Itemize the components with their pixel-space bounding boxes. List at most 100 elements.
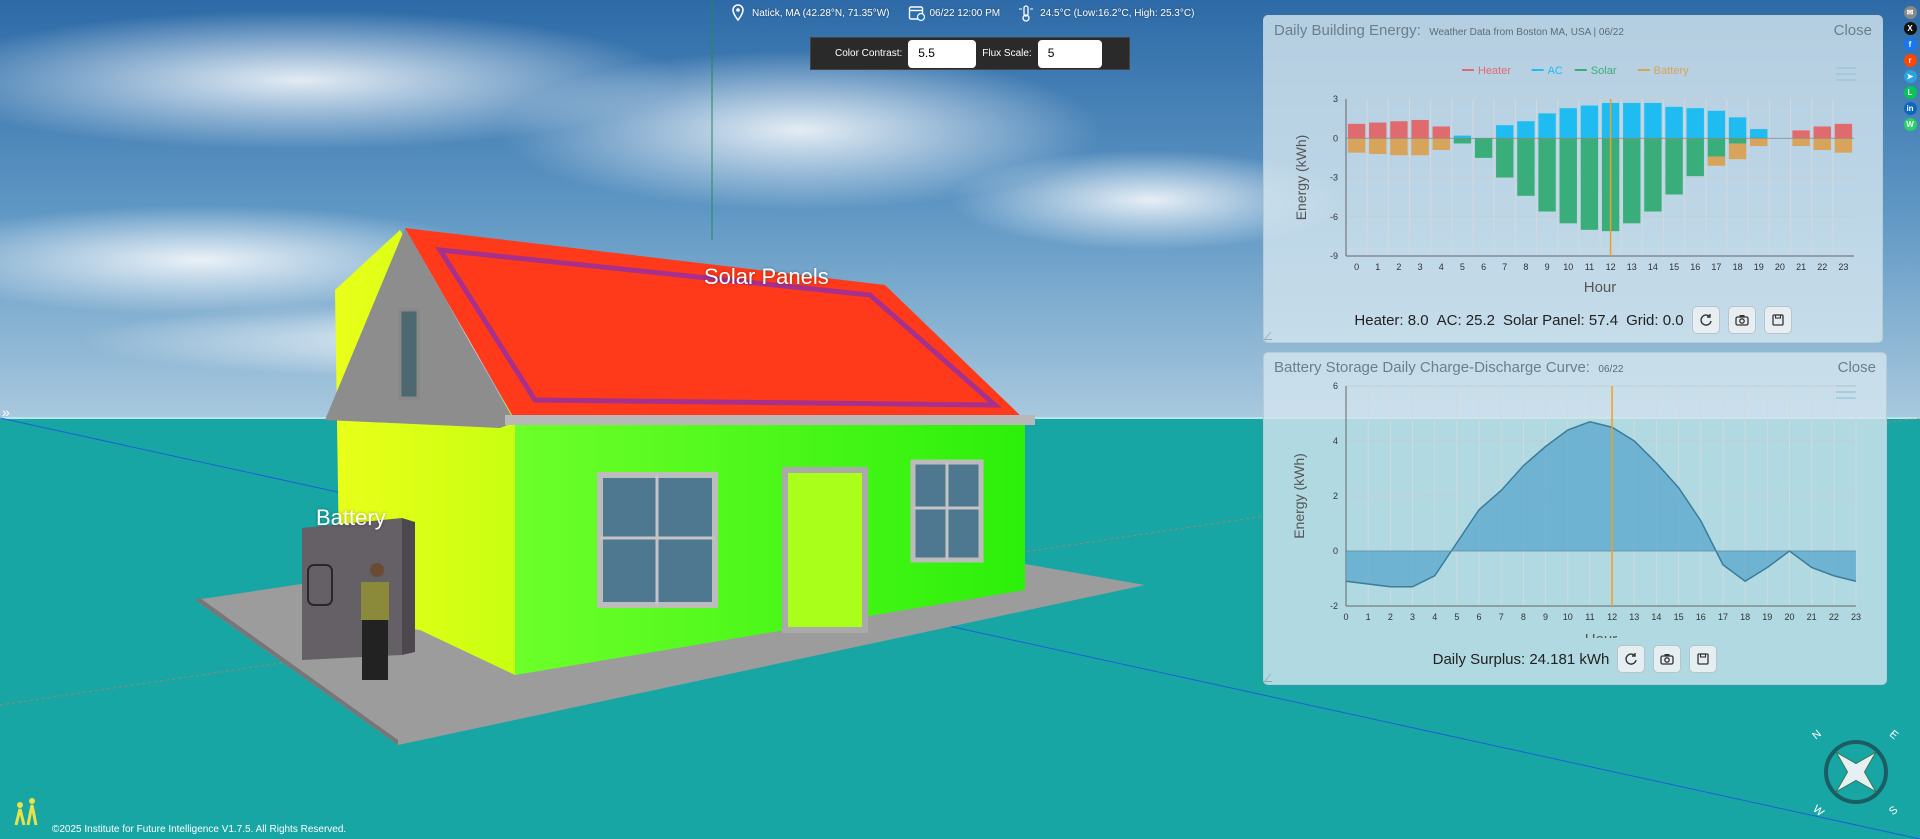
x-tick-label: 4 — [1432, 612, 1437, 622]
bar-solar — [1686, 138, 1704, 177]
close-button[interactable]: Close — [1834, 22, 1872, 39]
panel-title: Daily Building Energy: — [1274, 22, 1421, 39]
y-tick-label: 6 — [1333, 381, 1338, 391]
x-tick-label: 6 — [1477, 612, 1482, 622]
x-tick-label: 3 — [1418, 262, 1423, 272]
grid-total: Grid: 0.0 — [1626, 311, 1684, 329]
x-axis-label: Hour — [1585, 631, 1618, 638]
heater-total: Heater: 8.0 — [1354, 311, 1429, 329]
screenshot-button[interactable] — [1727, 306, 1756, 334]
x-tick-label: 16 — [1690, 262, 1700, 272]
location-pin-icon[interactable] — [730, 4, 746, 22]
y-tick-label: -3 — [1330, 173, 1338, 183]
x-tick-label: 21 — [1796, 262, 1806, 272]
color-contrast-input[interactable]: 5.5 — [908, 39, 977, 68]
line-share-icon[interactable]: L — [1903, 86, 1917, 99]
panel-subtitle: 06/22 — [1598, 364, 1624, 375]
y-tick-label: -9 — [1330, 251, 1338, 261]
x-tick-label: 22 — [1817, 262, 1827, 272]
bar-ac — [1665, 106, 1683, 139]
bar-solar — [1580, 138, 1599, 230]
x-tick-label: 6 — [1481, 262, 1486, 272]
facebook-share-icon[interactable]: f — [1903, 38, 1917, 51]
x-tick-label: 2 — [1388, 612, 1393, 622]
battery-storage-panel[interactable]: Battery Storage Daily Charge-Discharge C… — [1263, 352, 1887, 685]
x-tick-label: 18 — [1733, 262, 1743, 272]
bar-heater — [1432, 126, 1450, 139]
bar-battery — [1347, 138, 1366, 153]
x-tick-label: 20 — [1784, 612, 1794, 622]
bar-solar — [1559, 138, 1577, 224]
refresh-icon — [1625, 653, 1638, 665]
x-tick-label: 14 — [1648, 262, 1658, 272]
x-tick-label: 16 — [1696, 612, 1706, 622]
camera-icon — [1734, 315, 1749, 326]
copyright-text: ©2025 Institute for Future Intelligence … — [52, 824, 347, 835]
calendar-clock-icon[interactable] — [908, 4, 925, 22]
resize-handle[interactable] — [1263, 674, 1279, 682]
bar-heater — [1834, 123, 1853, 139]
x-tick-label: 12 — [1606, 262, 1616, 272]
x-tick-label: 23 — [1838, 262, 1848, 272]
x-tick-label: 18 — [1740, 612, 1750, 622]
battery-summary: Daily Surplus: 24.181 kWh — [1264, 645, 1886, 673]
solar-total: Solar Panel: 57.4 — [1502, 311, 1619, 329]
legend-label: Solar — [1591, 65, 1617, 77]
bar-battery — [1750, 138, 1768, 147]
x-axis-label: Hour — [1584, 279, 1617, 294]
bar-battery — [1369, 138, 1387, 154]
flux-scale-label: Flux Scale: — [982, 48, 1032, 59]
color-contrast-label: Color Contrast: — [835, 48, 903, 59]
bar-battery — [1792, 138, 1810, 147]
x-tick-label: 17 — [1718, 612, 1728, 622]
x-tick-label: 22 — [1829, 612, 1839, 622]
thermometer-icon[interactable] — [1018, 4, 1034, 22]
bar-ac — [1750, 129, 1768, 139]
x-tick-label: 13 — [1627, 262, 1637, 272]
camera-icon — [1660, 654, 1675, 665]
y-tick-label: -2 — [1330, 601, 1338, 611]
x-tick-label: 8 — [1521, 612, 1526, 622]
bar-heater — [1792, 130, 1810, 139]
x-tick-label: 10 — [1563, 612, 1573, 622]
battery-label: Battery — [316, 505, 386, 530]
x-tick-label: 3 — [1410, 612, 1415, 622]
x-tick-label: 15 — [1669, 262, 1679, 272]
save-button[interactable] — [1763, 306, 1792, 334]
reddit-share-icon[interactable]: r — [1903, 54, 1917, 67]
y-tick-label: 4 — [1333, 436, 1338, 446]
x-tick-label: 9 — [1543, 612, 1548, 622]
close-button[interactable]: Close — [1838, 359, 1876, 376]
bar-solar — [1665, 138, 1683, 195]
ac-total: AC: 25.2 — [1436, 311, 1495, 329]
telegram-share-icon[interactable]: ➤ — [1903, 70, 1917, 83]
expand-sidebar-icon[interactable]: » — [2, 404, 10, 420]
x-share-icon[interactable]: X — [1903, 22, 1917, 35]
bar-battery — [1728, 143, 1747, 160]
daily-building-energy-panel[interactable]: Daily Building Energy: Weather Data from… — [1263, 15, 1883, 343]
save-icon — [1697, 653, 1710, 665]
x-tick-label: 21 — [1807, 612, 1817, 622]
bar-ac — [1707, 110, 1726, 139]
bar-ac — [1623, 102, 1641, 139]
bar-solar — [1496, 138, 1514, 178]
refresh-button[interactable] — [1617, 645, 1646, 673]
x-tick-label: 20 — [1775, 262, 1785, 272]
surplus-area — [1346, 421, 1856, 587]
bar-solar — [1474, 138, 1493, 158]
whatsapp-share-icon[interactable]: W — [1903, 118, 1917, 131]
refresh-button[interactable] — [1691, 306, 1720, 334]
x-tick-label: 19 — [1762, 612, 1772, 622]
x-tick-label: 0 — [1343, 612, 1348, 622]
bar-solar — [1707, 138, 1726, 157]
refresh-icon — [1699, 314, 1712, 326]
flux-scale-input[interactable]: 5 — [1037, 39, 1102, 68]
linkedin-share-icon[interactable]: in — [1903, 102, 1917, 115]
save-button[interactable] — [1689, 645, 1718, 673]
bar-solar — [1728, 138, 1747, 144]
bar-battery — [1813, 138, 1831, 151]
screenshot-button[interactable] — [1653, 645, 1682, 673]
y-tick-label: -6 — [1330, 212, 1338, 222]
bar-ac — [1580, 105, 1599, 139]
email-share-icon[interactable]: ✉ — [1903, 6, 1917, 19]
